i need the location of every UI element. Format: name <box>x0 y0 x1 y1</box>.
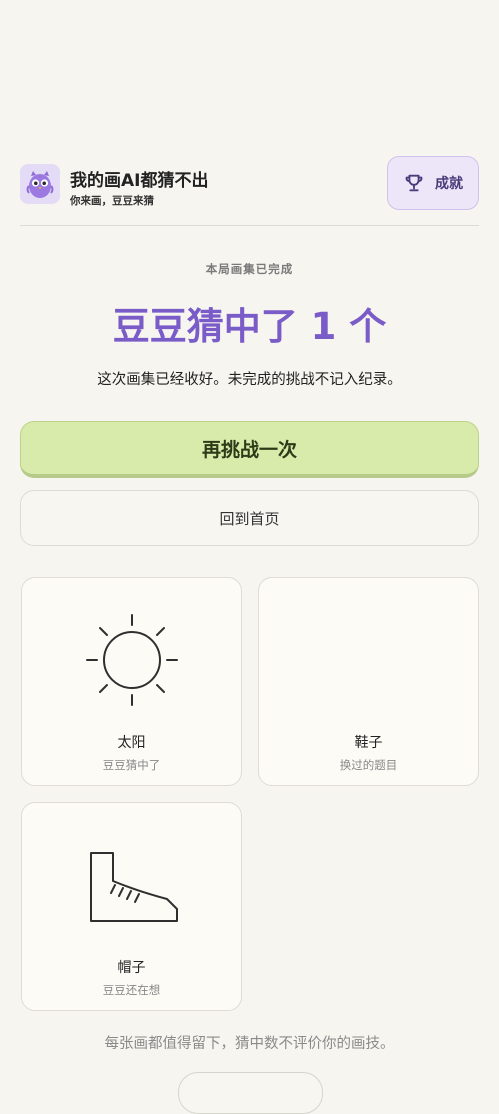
card-label: 太阳 <box>117 735 146 751</box>
result-kicker: 本局画集已完成 <box>205 262 294 276</box>
achievements-label: 成就 <box>435 176 463 192</box>
drawing-card-sun[interactable]: 太阳 豆豆猜中了 <box>21 577 242 786</box>
retry-button[interactable]: 再挑战一次 <box>20 421 479 478</box>
shoe-drawing-icon <box>90 852 178 922</box>
card-status: 豆豆还在想 <box>102 983 161 997</box>
header-divider <box>20 225 479 226</box>
sun-drawing-icon <box>86 614 178 706</box>
app-header: 我的画AI都猜不出 你来画，豆豆来猜 成就 <box>20 156 479 214</box>
app-title: 我的画AI都猜不出 <box>70 171 209 191</box>
drawing-card-shoe-skipped[interactable]: 鞋子 换过的题目 <box>258 577 479 786</box>
home-button[interactable]: 回到首页 <box>20 490 479 546</box>
trophy-icon <box>405 174 423 192</box>
app-subtitle: 你来画，豆豆来猜 <box>70 195 154 207</box>
card-status: 换过的题目 <box>339 758 398 772</box>
drawing-card-hat[interactable]: 帽子 豆豆还在想 <box>21 802 242 1011</box>
result-headline: 豆豆猜中了 1 个 <box>112 305 387 348</box>
owl-mascot-icon <box>26 171 54 198</box>
card-label: 帽子 <box>117 960 146 976</box>
achievements-button[interactable]: 成就 <box>387 156 479 210</box>
card-label: 鞋子 <box>354 735 383 751</box>
bottom-action-button[interactable] <box>178 1072 323 1114</box>
mascot-avatar <box>20 164 60 204</box>
card-status: 豆豆猜中了 <box>102 758 161 772</box>
result-message: 这次画集已经收好。未完成的挑战不记入纪录。 <box>97 372 402 388</box>
footer-note: 每张画都值得留下，猜中数不评价你的画技。 <box>104 1036 395 1052</box>
